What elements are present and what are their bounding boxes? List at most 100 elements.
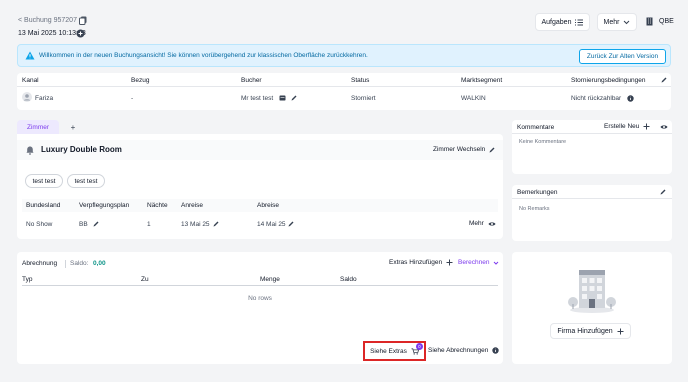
balance-label: Saldo: [70, 260, 89, 267]
plus-icon [617, 328, 624, 335]
billing-empty-text: No rows [248, 295, 272, 302]
avatar [22, 92, 32, 102]
add-room-tab[interactable]: + [59, 120, 87, 134]
storno-value: Nicht rückzahlbar [571, 95, 622, 102]
see-extras-button[interactable]: Siehe Extras 0 [363, 341, 426, 361]
remarks-title: Bemerkungen [517, 189, 558, 196]
divider [17, 86, 671, 87]
create-comment-button[interactable]: Erstelle Neu [604, 123, 650, 130]
change-room-label: Zimmer Wechseln [433, 146, 486, 153]
see-billing-label: Siehe Abrechnungen [428, 347, 489, 354]
room-more-label: Mehr [469, 220, 484, 227]
col-header-naechte: Nächte [147, 202, 168, 209]
bundesland-value: No Show [26, 221, 53, 228]
billing-title: Abrechnung [22, 260, 58, 267]
tab-zimmer-label: Zimmer [26, 123, 50, 131]
bucher-value[interactable]: Mr test test [241, 95, 273, 102]
add-extras-button[interactable]: Extras Hinzufügen [389, 259, 453, 266]
edit-icon[interactable] [213, 221, 219, 227]
back-link[interactable]: < Buchung 957207 [18, 17, 77, 24]
add-company-button[interactable]: Firma Hinzufügen [550, 323, 631, 339]
comments-card: Kommentare Erstelle Neu Keine Kommentare [512, 120, 672, 174]
chevron-down-icon [493, 261, 499, 265]
info-icon [492, 347, 500, 354]
back-to-old-version-button[interactable]: Zurück Zur Alten Version [579, 49, 666, 64]
info-icon[interactable] [627, 95, 634, 102]
eye-icon [488, 221, 496, 227]
company-card: Firma Hinzufügen [512, 252, 672, 364]
col-header-bezug: Bezug [131, 77, 150, 84]
col-header-anreise: Anreise [181, 202, 204, 209]
booking-summary-card: Kanal Bezug Bucher Status Marktsegment S… [17, 73, 671, 110]
add-company-label: Firma Hinzufügen [557, 327, 613, 335]
warning-icon [25, 51, 35, 60]
col-header-abreise: Abreise [257, 202, 280, 209]
billing-card: Abrechnung Saldo: 0,00 Extras Hinzufügen… [17, 252, 503, 364]
col-header-saldo: Saldo [340, 276, 357, 283]
bell-icon [26, 146, 34, 155]
tasks-button[interactable]: Aufgaben [535, 13, 590, 31]
divider [512, 133, 672, 134]
col-header-typ: Typ [22, 276, 33, 283]
plus-icon [446, 259, 453, 266]
remarks-empty-text: No Remarks [519, 206, 550, 212]
divider [22, 285, 498, 286]
copy-icon[interactable] [79, 16, 87, 25]
edit-icon[interactable] [93, 221, 99, 227]
tasks-label: Aufgaben [541, 18, 572, 26]
create-comment-label: Erstelle Neu [604, 123, 640, 130]
see-billing-button[interactable]: Siehe Abrechnungen [428, 347, 500, 354]
add-extras-label: Extras Hinzufügen [389, 259, 443, 266]
col-header-bucher: Bucher [241, 77, 262, 84]
col-header-menge: Menge [260, 276, 280, 283]
edit-icon[interactable] [291, 95, 297, 101]
room-name: Luxury Double Room [41, 145, 122, 154]
edit-icon[interactable] [660, 189, 666, 195]
col-header-status: Status [351, 77, 370, 84]
bezug-value: - [131, 95, 134, 102]
chevron-down-icon [623, 20, 630, 25]
remarks-card: Bemerkungen No Remarks [512, 185, 672, 241]
more-button[interactable]: Mehr [597, 13, 637, 31]
guest-chip[interactable]: test test [67, 174, 105, 188]
card-icon[interactable] [279, 95, 286, 101]
col-header-verpflegungsplan: Verpflegungsplan [79, 202, 130, 209]
banner-message: Willkommen in der neuen Buchungsansicht!… [39, 52, 368, 59]
edit-icon[interactable] [288, 221, 294, 227]
col-header-storno: Stornierungsbedingungen [571, 77, 646, 84]
charge-button[interactable]: Berechnen [458, 259, 499, 266]
building-icon [646, 17, 653, 26]
marktsegment-value: WALKIN [461, 95, 486, 102]
eye-icon[interactable] [660, 124, 668, 130]
info-banner: Willkommen in der neuen Buchungsansicht!… [17, 44, 671, 67]
anreise-value: 13 Mai 25 [181, 221, 210, 228]
extras-count-badge: 0 [415, 342, 423, 350]
separator [65, 260, 66, 268]
divider [512, 198, 672, 199]
abreise-value: 14 Mai 25 [257, 221, 286, 228]
col-header-kanal: Kanal [22, 77, 39, 84]
tab-zimmer[interactable]: Zimmer [17, 120, 59, 134]
kanal-value: Fariza [35, 95, 54, 102]
comments-title: Kommentare [517, 124, 555, 131]
list-icon [575, 19, 584, 26]
col-header-zu: Zu [141, 276, 149, 283]
add-circle-icon[interactable] [76, 29, 85, 38]
edit-icon[interactable] [661, 77, 667, 83]
more-label: Mehr [603, 18, 620, 26]
status-value: Storniert [351, 95, 376, 102]
comments-empty-text: Keine Kommentare [519, 139, 567, 145]
balance-value: 0,00 [93, 260, 106, 267]
change-room-button[interactable]: Zimmer Wechseln [433, 146, 495, 153]
guest-chip[interactable]: test test [25, 174, 63, 188]
charge-label: Berechnen [458, 259, 490, 266]
cart-icon: 0 [411, 342, 423, 355]
col-header-bundesland: Bundesland [26, 202, 61, 209]
see-extras-label: Siehe Extras [370, 347, 407, 355]
plan-value: BB [79, 221, 88, 228]
room-card: Luxury Double Room Zimmer Wechseln test … [17, 134, 503, 239]
room-more-button[interactable]: Mehr [469, 220, 496, 227]
edit-icon [489, 147, 495, 153]
company-building-illustration [567, 266, 617, 314]
property-code: QBE [659, 18, 674, 25]
